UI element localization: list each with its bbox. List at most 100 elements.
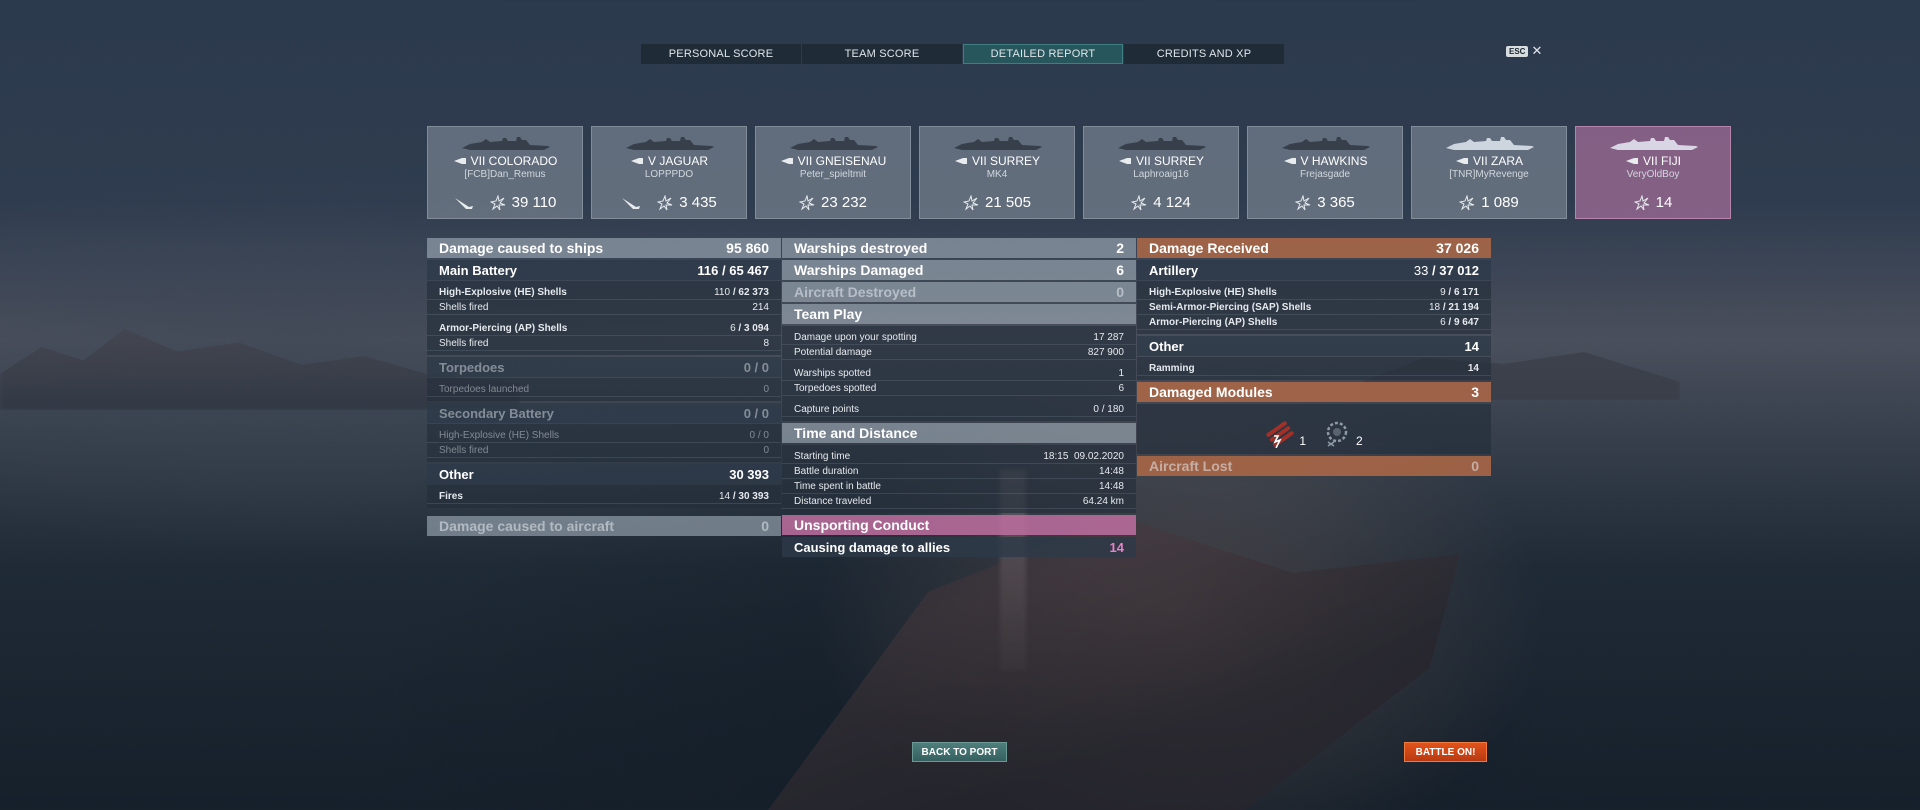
damage-aircraft-header: Damage caused to aircraft 0 (427, 516, 781, 536)
damage-ships-header: Damage caused to ships 95 860 (427, 238, 781, 258)
ship-name: VII COLORADO (428, 154, 582, 168)
battle-duration-row: Battle duration 14:48 (782, 464, 1136, 479)
received-he-row: High-Explosive (HE) Shells 9 / 6 171 (1137, 285, 1491, 300)
ship-name-label: V HAWKINS (1300, 154, 1368, 168)
received-sap-row: Semi-Armor-Piercing (SAP) Shells 18 / 21 … (1137, 300, 1491, 315)
torpedoes-details: Torpedoes launched 0 (427, 378, 781, 401)
ship-name-label: VII FIJI (1642, 154, 1681, 168)
secondary-he-row: High-Explosive (HE) Shells 0 / 0 (427, 428, 781, 443)
torpedoes-spotted-row: Torpedoes spotted 6 (782, 381, 1136, 396)
other-damage-row: Other 30 393 (427, 464, 781, 484)
ship-name: V JAGUAR (592, 154, 746, 168)
ap-shells-fired-row: Shells fired 8 (427, 336, 781, 351)
ship-score: 3 435 (592, 194, 746, 211)
aircraft-lost-header: Aircraft Lost 0 (1137, 456, 1491, 476)
ship-score: 23 232 (756, 194, 910, 211)
received-other-details: Ramming 14 (1137, 357, 1491, 380)
damage-received-panel: Damage Received 37 026 Artillery 33 / 37 … (1137, 238, 1491, 478)
ship-card[interactable]: VII GNEISENAU Peter_spieltmit 23 232 (755, 126, 911, 219)
player-name: Laphroaig16 (1133, 169, 1189, 180)
damage-caused-panel: Damage caused to ships 95 860 Main Batte… (427, 238, 781, 538)
he-shells-row: High-Explosive (HE) Shells 110 / 62 373 (427, 285, 781, 300)
sunk-ship-icon (622, 197, 641, 209)
module-item-engine: 2 (1322, 420, 1363, 448)
score-value: 21 505 (985, 194, 1031, 211)
ship-card[interactable]: VII SURREY Laphroaig16 4 124 (1083, 126, 1239, 219)
time-spent-row: Time spent in battle 14:48 (782, 479, 1136, 494)
main-battery-details: High-Explosive (HE) Shells 110 / 62 373 S… (427, 281, 781, 355)
ship-name-label: VII SURREY (1135, 154, 1204, 168)
warships-spotted-row: Warships spotted 1 (782, 366, 1136, 381)
score-value: 1 089 (1481, 194, 1519, 211)
damage-ships-label: Damage caused to ships (439, 240, 604, 256)
damage-ships-value: 95 860 (726, 240, 769, 256)
warships-damaged-header: Warships Damaged 6 (782, 260, 1136, 280)
main-battery-value: 116 / 65 467 (697, 262, 769, 278)
ship-name: V HAWKINS (1248, 154, 1402, 168)
tab-credits-and-xp[interactable]: CREDITS AND XP (1124, 44, 1284, 64)
artillery-details: High-Explosive (HE) Shells 9 / 6 171 Semi… (1137, 281, 1491, 334)
score-value: 39 110 (511, 194, 557, 211)
ship-silhouette-icon (790, 137, 878, 150)
report-tabs: PERSONAL SCORE TEAM SCORE DETAILED REPOR… (641, 44, 1285, 64)
ship-card[interactable]: VII ZARA [TNR]MyRevenge 1 089 (1411, 126, 1567, 219)
damage-icon (1295, 194, 1311, 210)
ship-name: VII GNEISENAU (756, 154, 910, 168)
ship-score: 14 (1576, 194, 1730, 211)
score-value: 4 124 (1153, 194, 1191, 211)
ship-card[interactable]: VII FIJI VeryOldBoy 14 (1575, 126, 1731, 219)
ship-score: 1 089 (1412, 194, 1566, 211)
received-other-row: Other 14 (1137, 336, 1491, 356)
secondary-battery-row: Secondary Battery 0 / 0 (427, 403, 781, 423)
player-name: Peter_spieltmit (799, 169, 867, 180)
cruiser-class-icon (1625, 158, 1638, 164)
ship-score: 21 505 (920, 194, 1074, 211)
damaged-modules-header: Damaged Modules 3 (1137, 382, 1491, 402)
main-battery-row: Main Battery 116 / 65 467 (427, 260, 781, 280)
ship-silhouette-icon (1282, 137, 1370, 150)
other-damage-details: Fires 14 / 30 393 (427, 485, 781, 508)
ship-silhouette-icon (1118, 137, 1206, 150)
starting-time-row: Starting time 18:15 09.02.2020 (782, 449, 1136, 464)
close-button[interactable]: ESC ✕ (1506, 44, 1542, 57)
damage-icon (1459, 194, 1475, 210)
player-name: [FCB]Dan_Remus (464, 169, 546, 180)
damage-icon (1131, 194, 1147, 210)
ship-name-label: VII GNEISENAU (797, 154, 887, 168)
he-shells-fired-row: Shells fired 214 (427, 300, 781, 315)
player-name: LOPPPDO (644, 169, 694, 180)
artillery-row: Artillery 33 / 37 012 (1137, 260, 1491, 280)
ship-silhouette-icon (954, 137, 1042, 150)
ship-name: VII SURREY (920, 154, 1074, 168)
distance-traveled-row: Distance traveled 64.24 km (782, 494, 1136, 509)
secondary-battery-details: High-Explosive (HE) Shells 0 / 0 Shells f… (427, 424, 781, 462)
tab-detailed-report[interactable]: DETAILED REPORT (963, 44, 1123, 64)
damage-icon (657, 194, 673, 210)
ship-name: VII ZARA (1412, 154, 1566, 168)
battle-on-button[interactable]: BATTLE ON! (1404, 742, 1487, 762)
back-to-port-button[interactable]: BACK TO PORT (912, 742, 1007, 762)
ship-silhouette-icon (1610, 137, 1698, 150)
secondary-fired-row: Shells fired 0 (427, 443, 781, 458)
damaged-modules-list: 1 2 (1137, 404, 1491, 454)
esc-key-label: ESC (1506, 45, 1529, 57)
ramming-row: Ramming 14 (1137, 361, 1491, 376)
damage-icon (1633, 194, 1649, 210)
tab-personal-score[interactable]: PERSONAL SCORE (641, 44, 801, 64)
ship-card[interactable]: VII SURREY MK4 21 505 (919, 126, 1075, 219)
ship-name-label: VII COLORADO (470, 154, 558, 168)
ship-card[interactable]: VII COLORADO [FCB]Dan_Remus 39 110 (427, 126, 583, 219)
tab-team-score[interactable]: TEAM SCORE (802, 44, 962, 64)
main-battery-label: Main Battery (439, 262, 518, 278)
ap-shells-row: Armor-Piercing (AP) Shells 6 / 3 094 (427, 321, 781, 336)
player-name: VeryOldBoy (1626, 169, 1680, 180)
ship-card[interactable]: V HAWKINS Frejasgade 3 365 (1247, 126, 1403, 219)
player-name: Frejasgade (1299, 169, 1351, 180)
ship-card[interactable]: V JAGUAR LOPPPDO 3 435 (591, 126, 747, 219)
potential-damage-row: Potential damage 827 900 (782, 345, 1136, 360)
spotting-damage-row: Damage upon your spotting 17 287 (782, 330, 1136, 345)
ship-name-label: V JAGUAR (647, 154, 708, 168)
team-play-details: Damage upon your spotting 17 287 Potentia… (782, 326, 1136, 421)
warships-destroyed-header: Warships destroyed 2 (782, 238, 1136, 258)
damage-to-allies-row: Causing damage to allies 14 (782, 537, 1136, 557)
